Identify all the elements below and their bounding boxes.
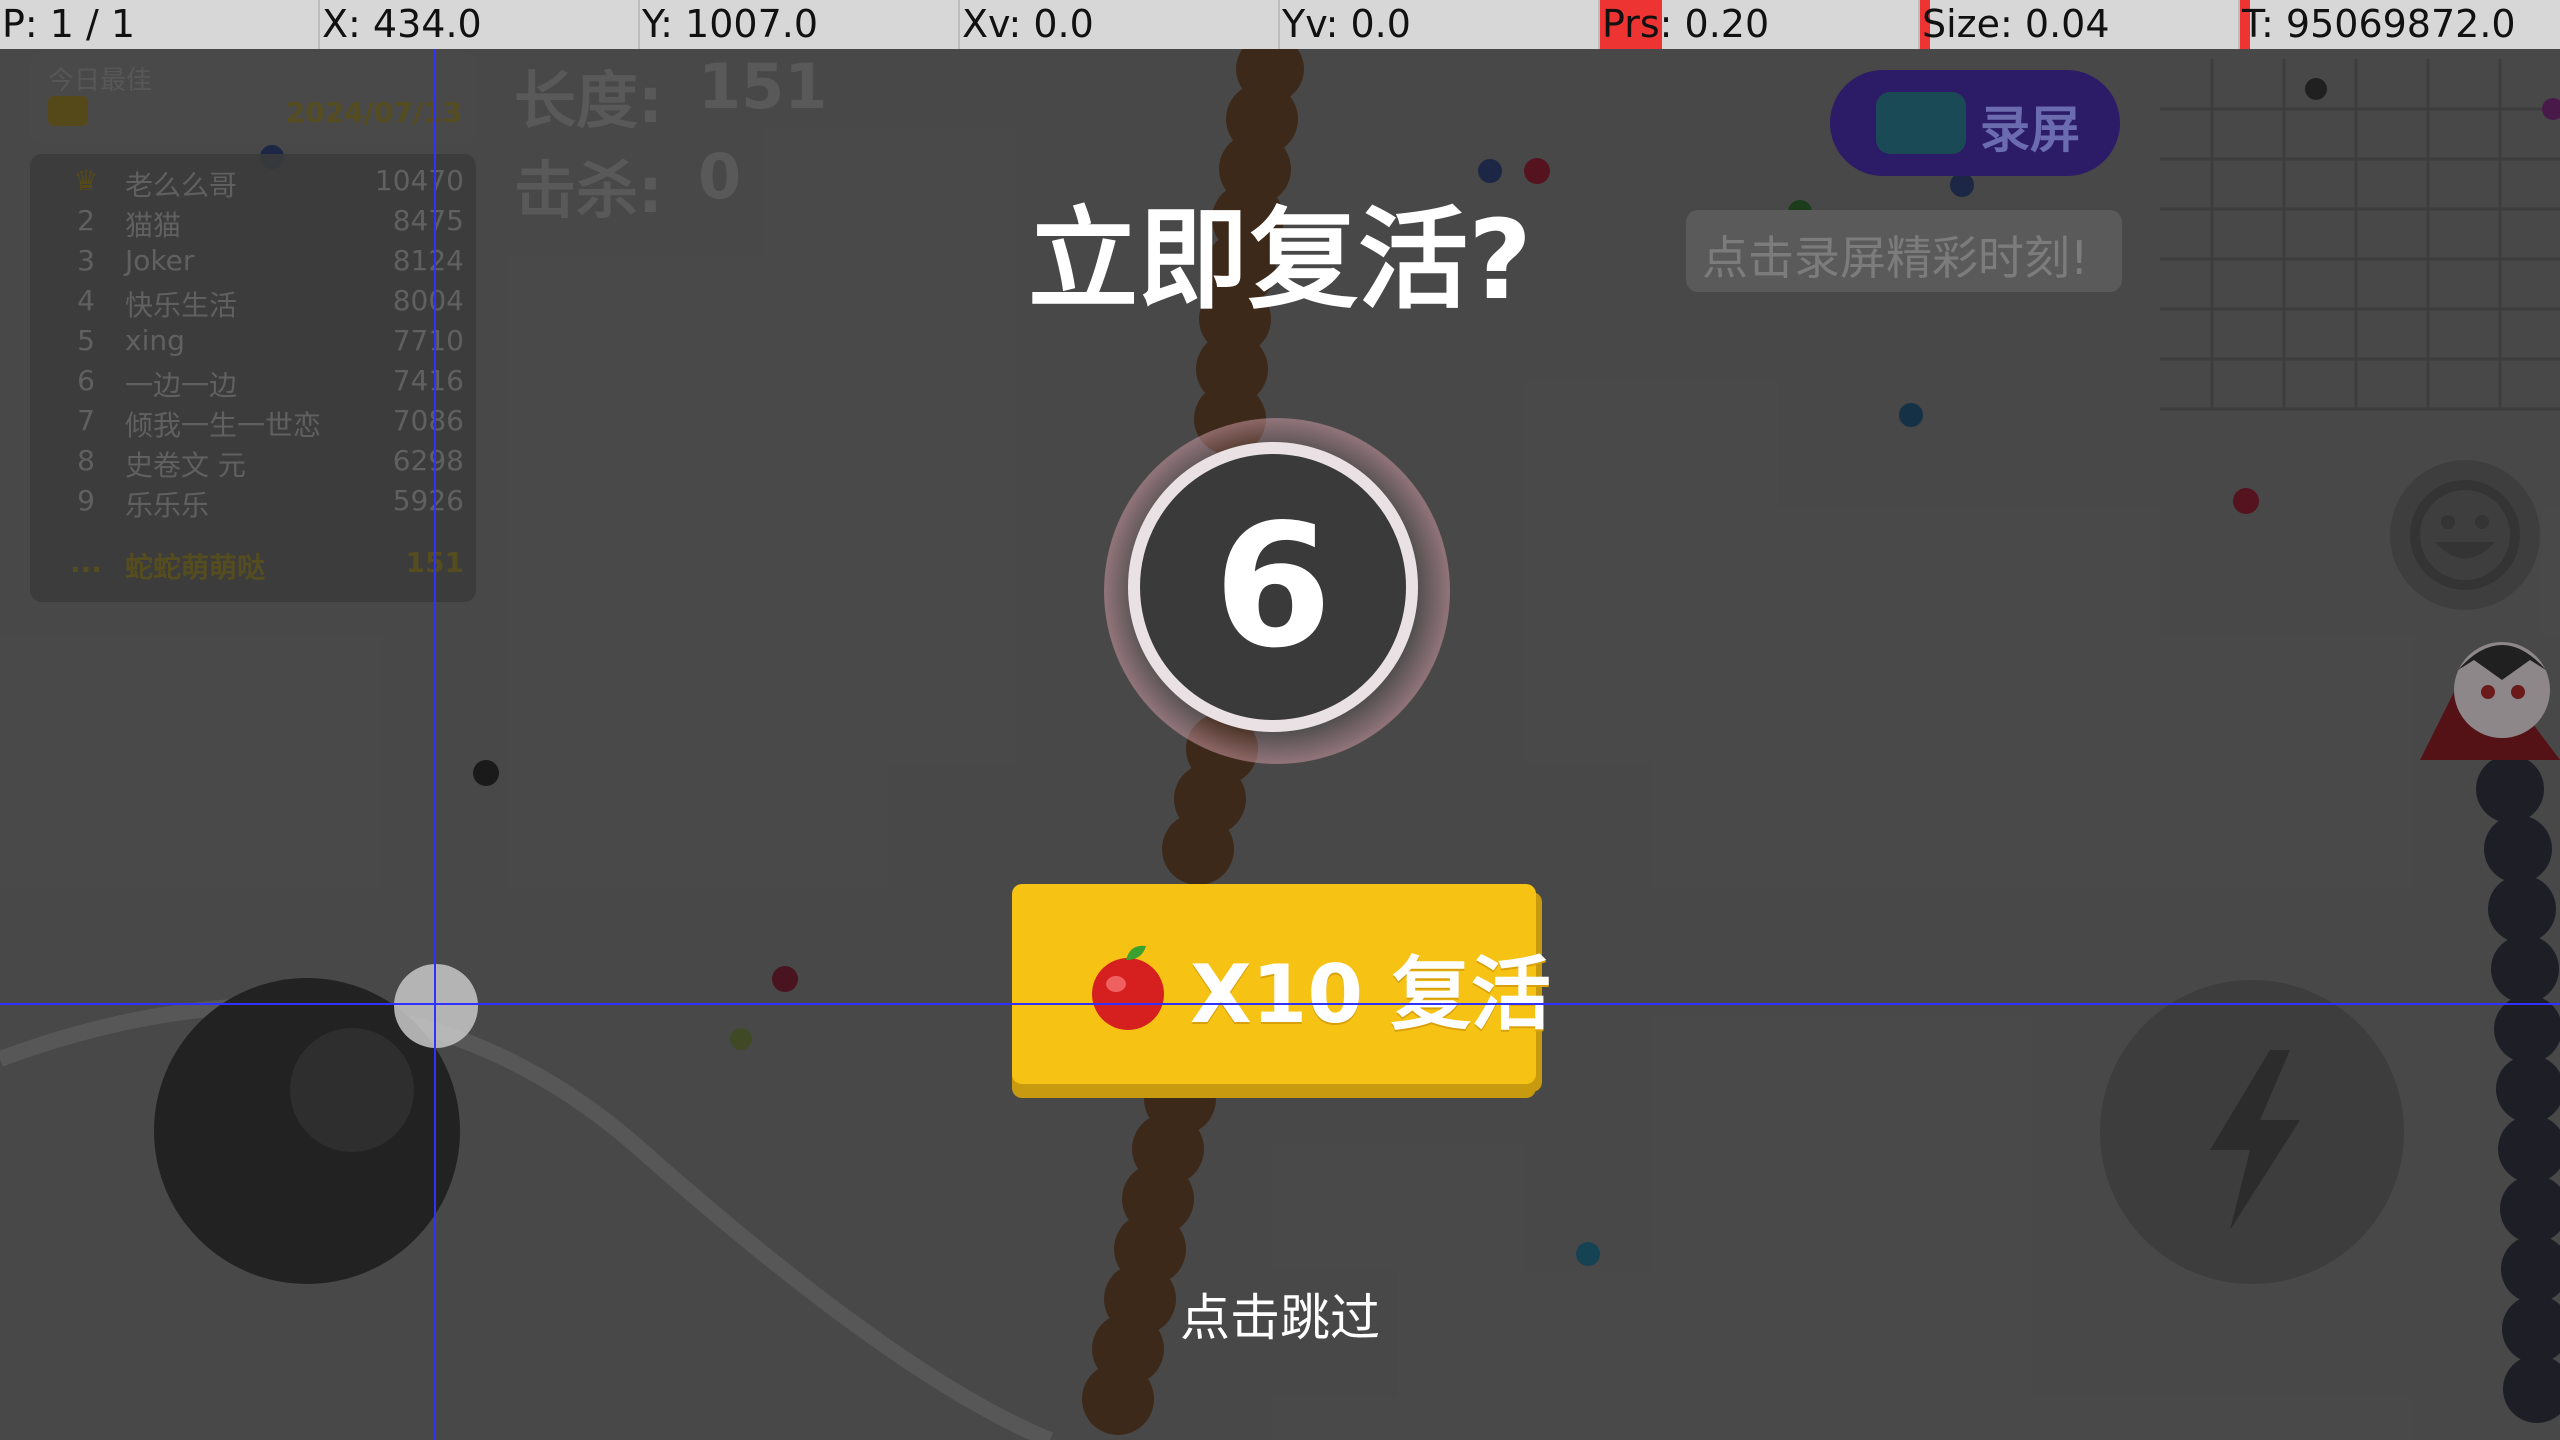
pointer-crosshair-vertical <box>434 49 436 1440</box>
pointer-count: P: 1 / 1 <box>0 0 320 49</box>
pointer-time: T: 95069872.0 <box>2240 0 2560 49</box>
pointer-pressure: Prs: 0.20 <box>1600 0 1920 49</box>
pointer-xv: Xv: 0.0 <box>960 0 1280 49</box>
pointer-x: X: 434.0 <box>320 0 640 49</box>
skip-link[interactable]: 点击跳过 <box>0 1278 2560 1350</box>
apple-icon <box>1092 945 1164 1030</box>
pointer-crosshair-horizontal <box>0 1003 2560 1005</box>
revive-title: 立即复活? <box>1028 196 1532 324</box>
revive-button-label: X10 复活 <box>1190 948 1551 1041</box>
pointer-yv: Yv: 0.0 <box>1280 0 1600 49</box>
pointer-size: Size: 0.04 <box>1920 0 2240 49</box>
record-button-label: 录屏 <box>1980 101 2080 159</box>
touch-indicator <box>394 964 478 1048</box>
pointer-y: Y: 1007.0 <box>640 0 960 49</box>
pointer-location-bar: P: 1 / 1 X: 434.0 Y: 1007.0 Xv: 0.0 Yv: … <box>0 0 2560 49</box>
camera-icon <box>1876 92 1966 154</box>
countdown-number: 6 <box>1213 488 1333 686</box>
